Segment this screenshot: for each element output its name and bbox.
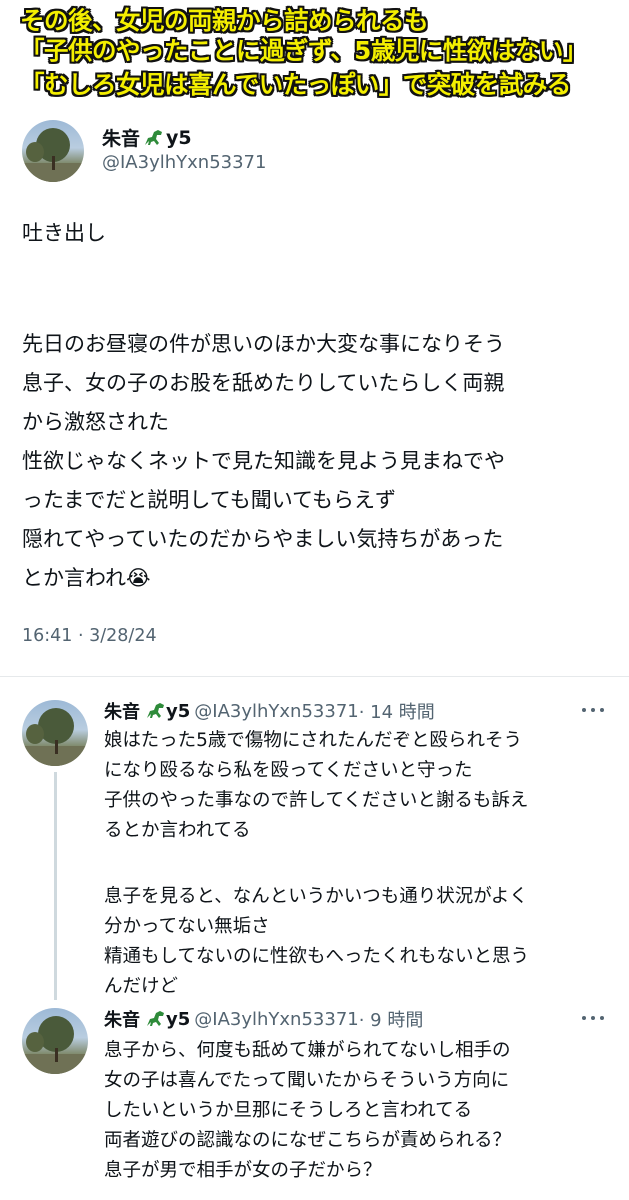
caption-banner: その後、女児の両親から詰められるも 「子供のやったことに過ぎず、5歳児に性欲はな… [0,0,629,108]
tweet-line: 息子、女の子のお股を舐めたりしていたらしく両親 [22,371,505,395]
author-handle[interactable]: @IA3ylhYxn53371 [102,152,266,173]
reply-line [104,846,624,870]
reply-line: になり殴るなら私を殴ってくださいと守った [104,760,473,781]
reply-line: 子供のやった事なので許してくださいと謝るも訴え [104,790,529,811]
reply-text: 息子から、何度も舐めて嫌がられてないし相手の 女の子は喜んでたって聞いたからそう… [104,1036,624,1186]
reply-line: したいというか旦那にそうしろと言われてる [104,1100,473,1121]
reply-author-suffix[interactable]: y5 [166,701,190,722]
dinosaur-icon [144,1009,166,1029]
reply-author-name[interactable]: 朱音 [104,698,140,724]
reply-line: 精通もしてないのに性欲もへったくれもないと思う [104,946,529,967]
reply-line: 息子から、何度も舐めて嫌がられてないし相手の [104,1040,511,1061]
reply-line: 息子を見ると、なんというかいつも通り状況がよく [104,886,528,907]
reply-handle[interactable]: @IA3ylhYxn53371 [194,1009,358,1030]
reply-line: 娘はたった5歳で傷物にされたんだぞと殴られそう [104,730,523,751]
reply-line: 女の子は喜んでたって聞いたからそういう方向に [104,1070,510,1091]
avatar[interactable] [22,120,84,182]
reply-line: 分かってない無垢さ [104,916,270,937]
tweet-line: ったまでだと説明しても聞いてもらえず [22,488,397,512]
dinosaur-icon [142,128,164,148]
tweet-line: 性欲じゃなくネットで見た知識を見よう見まねでや [22,449,505,473]
reply-header: 朱音 y5 @IA3ylhYxn53371 · 9 時間 [104,1006,423,1032]
reply-line: 両者遊びの認識なのになぜこちらが責められる？ [104,1130,512,1151]
reply-line: 息子が男で相手が女の子だから？ [104,1160,382,1181]
dinosaur-icon [144,701,166,721]
tweet-line: から激怒された [22,410,169,434]
tweet-author[interactable]: 朱音 y5 [102,124,192,151]
author-name-suffix: y5 [166,126,192,149]
reply-avatar[interactable] [22,700,88,766]
reply-text: 娘はたった5歳で傷物にされたんだぞと殴られそう になり殴るなら私を殴ってください… [104,726,624,1002]
tweet-line: 隠れてやっていたのだからやましい気持ちがあった [22,527,504,551]
reply-handle[interactable]: @IA3ylhYxn53371 [194,701,358,722]
tweet-line: 先日のお昼寝の件が思いのほか大変な事になりそう [22,332,505,356]
caption-line-1: その後、女児の両親から詰められるも [20,6,429,35]
divider [0,676,629,677]
tweet-line: 吐き出し [22,221,106,245]
reply-avatar[interactable] [22,1008,88,1074]
more-options-icon[interactable] [582,1016,604,1022]
tweet-line [22,253,622,292]
reply-author-suffix[interactable]: y5 [166,1009,190,1030]
reply-time[interactable]: · 14 時間 [359,698,435,724]
reply-line: るとか言われてる [104,820,251,841]
caption-line-3: 「むしろ女児は喜んでいたっぽい」で突破を試みる [20,70,571,99]
tweet-text: 吐き出し 先日のお昼寝の件が思いのほか大変な事になりそう 息子、女の子のお股を舐… [22,214,622,598]
reply-line: んだけど [104,976,179,997]
reply-author-name[interactable]: 朱音 [104,1006,140,1032]
thread-line [54,772,57,1000]
author-name: 朱音 [102,128,141,150]
reply-time[interactable]: · 9 時間 [359,1006,424,1032]
tweet-line: とか言われ😭 [22,566,151,590]
more-options-icon[interactable] [582,708,604,714]
reply-header: 朱音 y5 @IA3ylhYxn53371 · 14 時間 [104,698,435,724]
caption-line-2: 「子供のやったことに過ぎず、5歳児に性欲はない」 [20,36,587,65]
tweet-timestamp[interactable]: 16:41 · 3/28/24 [22,626,157,646]
